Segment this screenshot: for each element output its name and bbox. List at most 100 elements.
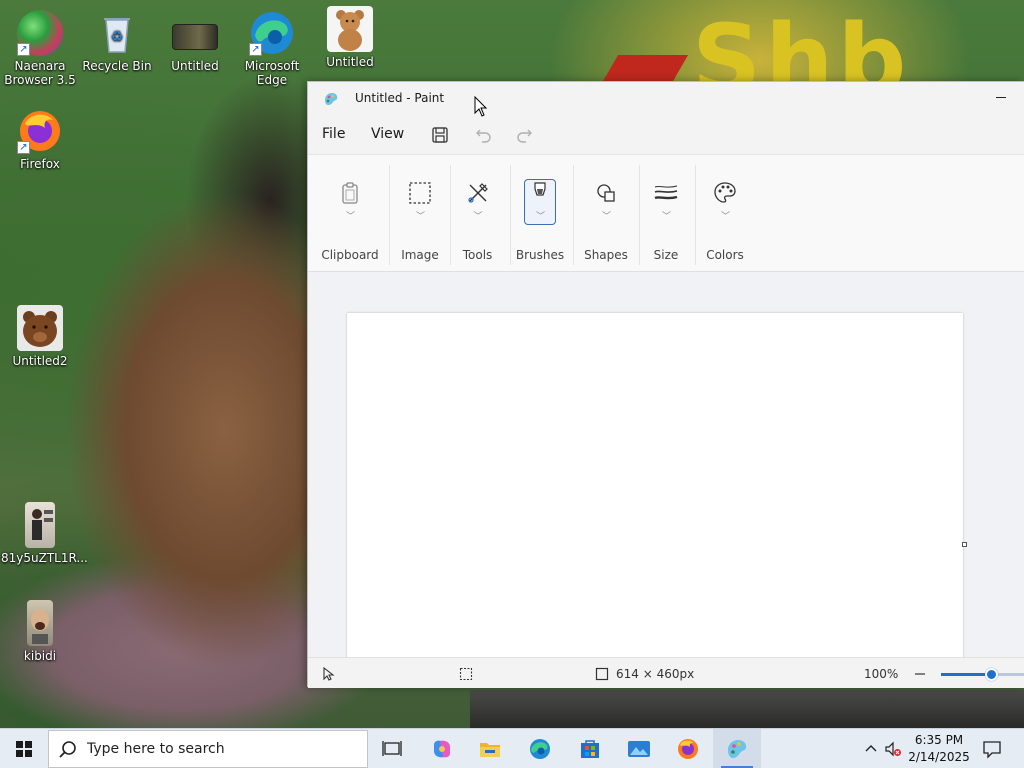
firefox-icon xyxy=(678,739,698,759)
wallpaper-red-shape xyxy=(601,55,689,83)
zoom-level-text[interactable]: 100% xyxy=(864,667,898,681)
taskbar-edge[interactable] xyxy=(516,729,564,768)
desktop-icon-label: Untitled xyxy=(171,59,219,73)
kibidi-thumbnail-icon xyxy=(27,600,53,646)
chevron-down-icon: ﹀ xyxy=(346,212,356,222)
naenara-icon: ↗ xyxy=(17,10,63,56)
ribbon-divider xyxy=(695,165,696,265)
clock-date: 2/14/2025 xyxy=(908,750,970,764)
desktop-icon-label: Microsoft Edge xyxy=(244,59,300,87)
notifications-icon[interactable] xyxy=(982,739,1001,759)
ribbon-divider xyxy=(510,165,511,265)
ribbon-divider xyxy=(389,165,390,265)
taskbar-search-box[interactable] xyxy=(48,730,368,768)
tools-icon xyxy=(466,181,490,205)
desktop-icon-untitled-folder[interactable]: Untitled xyxy=(156,10,234,73)
minimize-button[interactable] xyxy=(978,82,1024,114)
search-icon xyxy=(58,740,78,760)
desktop-icon-label: Firefox xyxy=(20,157,60,171)
ribbon-divider xyxy=(639,165,640,265)
menu-bar: File View xyxy=(308,116,1024,154)
ribbon-divider xyxy=(573,165,574,265)
desktop-icon-edge[interactable]: ↗ Microsoft Edge xyxy=(233,10,311,87)
ribbon-group-clipboard[interactable]: ﹀ Clipboard xyxy=(318,155,382,273)
clipboard-icon xyxy=(338,181,362,205)
taskbar-paint[interactable] xyxy=(713,729,761,768)
image-thumbnail-icon xyxy=(172,24,218,50)
copilot-icon xyxy=(434,740,450,758)
ribbon-group-colors[interactable]: ﹀ Colors xyxy=(697,155,753,273)
start-button[interactable] xyxy=(0,729,48,768)
zoom-out-icon[interactable] xyxy=(913,667,927,681)
zoom-slider-thumb[interactable] xyxy=(985,668,999,681)
edge-icon xyxy=(530,739,550,759)
desktop-icon-recycle-bin[interactable]: ♻ Recycle Bin xyxy=(78,10,156,73)
taskbar-photos[interactable] xyxy=(615,729,663,768)
desktop-icon-label: kibidi xyxy=(23,649,57,663)
canvas-size-text: 614 × 460px xyxy=(616,667,695,681)
show-hidden-icons-chevron-icon[interactable] xyxy=(862,740,880,758)
window-title: Untitled - Paint xyxy=(355,91,445,105)
chevron-down-icon: ﹀ xyxy=(602,212,612,222)
ribbon-group-size[interactable]: ﹀ Size xyxy=(641,155,691,273)
size-icon xyxy=(654,181,678,205)
wallpaper-bench xyxy=(470,690,1024,728)
zoom-slider-fill xyxy=(941,673,992,676)
desktop-icon-firefox[interactable]: ↗ Firefox xyxy=(1,108,79,171)
palette-icon xyxy=(713,181,737,205)
ribbon-group-image[interactable]: ﹀ Image xyxy=(392,155,448,273)
folder-icon xyxy=(480,743,500,757)
teddy-bear-thumbnail-icon xyxy=(327,6,373,52)
desktop-icon-label: Naenara Browser 3.5 xyxy=(4,59,76,87)
desktop-icon-naenara[interactable]: ↗ Naenara Browser 3.5 xyxy=(1,10,79,87)
desktop-icon-kibidi[interactable]: kibidi xyxy=(1,600,79,663)
clock-time: 6:35 PM xyxy=(914,733,964,747)
desktop-icon-label: Untitled xyxy=(326,55,374,69)
drawing-canvas[interactable] xyxy=(347,313,963,657)
ribbon-group-shapes[interactable]: ﹀ Shapes xyxy=(575,155,637,273)
taskbar-clock[interactable]: 6:35 PM 2/14/2025 xyxy=(906,732,972,766)
bear-thumbnail-icon xyxy=(17,305,63,351)
redo-icon[interactable] xyxy=(514,125,534,145)
chevron-down-icon: ﹀ xyxy=(536,212,546,222)
shortcut-arrow-icon: ↗ xyxy=(249,43,262,56)
title-bar[interactable]: Untitled - Paint xyxy=(308,82,1024,116)
selection-size-icon xyxy=(459,667,473,681)
paint-app-icon xyxy=(323,91,339,107)
taskbar-firefox[interactable] xyxy=(664,729,712,768)
pointer-position-icon xyxy=(322,666,336,681)
shapes-icon xyxy=(594,181,618,205)
shortcut-arrow-icon: ↗ xyxy=(17,43,30,56)
desktop-icon-label: Untitled2 xyxy=(12,354,68,368)
volume-muted-icon[interactable] xyxy=(884,740,902,758)
paint-window: Untitled - Paint File View ﹀ Clipboard ﹀… xyxy=(307,81,1024,688)
menu-view[interactable]: View xyxy=(371,126,404,142)
save-icon[interactable] xyxy=(430,125,450,145)
desktop-icon-untitled2[interactable]: Untitled2 xyxy=(1,305,79,368)
ribbon-label: Brushes xyxy=(515,248,565,262)
ribbon-group-tools[interactable]: ﹀ Tools xyxy=(450,155,505,273)
undo-icon[interactable] xyxy=(474,125,494,145)
ribbon-label: Image xyxy=(401,248,439,262)
taskbar-store[interactable] xyxy=(566,729,614,768)
canvas-size-icon xyxy=(595,667,609,681)
windows-logo-icon xyxy=(16,741,32,757)
desktop-icon-label: 81y5uZTL1R... xyxy=(1,551,88,565)
taskbar-copilot[interactable] xyxy=(418,729,466,768)
canvas-workspace xyxy=(308,272,1024,657)
desktop-icon-81y5[interactable]: 81y5uZTL1R... xyxy=(1,502,88,565)
ribbon-group-brushes[interactable]: ﹀ Brushes xyxy=(513,155,567,273)
mouse-cursor-icon xyxy=(474,95,488,118)
desktop-icon-untitled-bear[interactable]: Untitled xyxy=(311,6,389,69)
status-bar: 614 × 460px 100% xyxy=(308,657,1024,688)
taskbar-file-explorer[interactable] xyxy=(466,729,514,768)
menu-file[interactable]: File xyxy=(322,126,345,142)
canvas-resize-handle[interactable] xyxy=(962,542,967,547)
task-view-button[interactable] xyxy=(368,729,416,768)
ribbon-toolbar: ﹀ Clipboard ﹀ Image ﹀ Tools ﹀ Brushes ﹀ … xyxy=(308,154,1024,272)
zoom-slider[interactable] xyxy=(941,668,1024,681)
ribbon-label: Tools xyxy=(462,248,493,262)
ribbon-label: Shapes xyxy=(584,248,628,262)
search-input[interactable] xyxy=(87,739,357,759)
chevron-down-icon: ﹀ xyxy=(416,212,426,222)
